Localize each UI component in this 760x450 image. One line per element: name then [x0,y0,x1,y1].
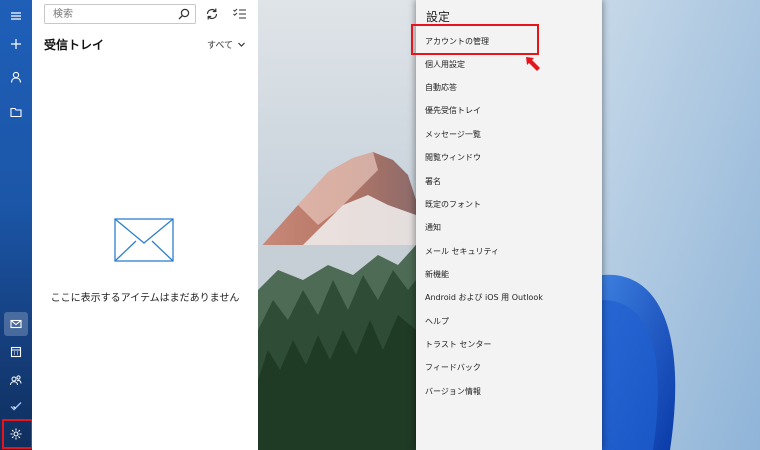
settings-item-outlook-mobile[interactable]: Android および iOS 用 Outlook [425,292,543,303]
settings-item-feedback[interactable]: フィードバック [425,362,481,373]
folder-icon [10,107,22,118]
manage-accounts-highlight-box [411,24,539,55]
settings-item-help[interactable]: ヘルプ [425,316,449,327]
settings-item-auto-replies[interactable]: 自動応答 [425,82,457,93]
settings-item-email-security[interactable]: メール セキュリティ [425,246,499,257]
menu-button[interactable] [4,4,28,28]
settings-item-signature[interactable]: 署名 [425,176,441,187]
settings-item-about[interactable]: バージョン情報 [425,386,481,397]
people-button[interactable] [4,368,28,392]
hamburger-icon [11,12,21,20]
settings-item-default-font[interactable]: 既定のフォント [425,199,481,210]
app-rail [0,0,32,450]
empty-state-message: ここに表示するアイテムはまだありません [50,293,240,304]
select-mode-icon[interactable] [232,6,248,22]
calendar-icon [10,346,22,358]
account-button[interactable] [4,65,28,89]
settings-item-trust-center[interactable]: トラスト センター [425,339,491,350]
settings-item-personalization[interactable]: 個人用設定 [425,59,465,70]
checkmark-icon [10,402,22,411]
message-list-panel: 受信トレイ すべて ここに表示するアイテムはまだありません [32,0,258,450]
search-icon[interactable] [177,7,191,21]
people-icon [10,375,22,386]
folder-title: 受信トレイ [44,38,105,52]
settings-item-reading-pane[interactable]: 閲覧ウィンドウ [425,152,481,163]
chevron-down-icon [238,42,245,47]
calendar-button[interactable] [4,340,28,364]
settings-item-notifications[interactable]: 通知 [425,222,441,233]
empty-mail-icon [114,218,174,262]
settings-item-message-list[interactable]: メッセージ一覧 [425,129,481,140]
person-icon [10,71,22,83]
search-box[interactable] [44,4,196,24]
mail-button[interactable] [4,312,28,336]
filter-label: すべて [206,41,233,51]
todo-button[interactable] [4,394,28,418]
search-input[interactable] [51,7,175,21]
sync-icon[interactable] [204,6,220,22]
pointer-arrow-icon [526,57,540,71]
settings-title: 設定 [426,10,451,24]
new-mail-button[interactable] [4,32,28,56]
filter-dropdown[interactable]: すべて [207,38,246,51]
settings-item-focused-inbox[interactable]: 優先受信トレイ [425,105,481,116]
settings-highlight-box [2,419,33,449]
settings-pane: 設定 アカウントの管理 個人用設定 自動応答 優先受信トレイ メッセージ一覧 閲… [416,0,602,450]
mail-icon [10,319,22,329]
plus-icon [11,39,21,49]
settings-item-whats-new[interactable]: 新機能 [425,269,449,280]
folders-button[interactable] [4,100,28,124]
